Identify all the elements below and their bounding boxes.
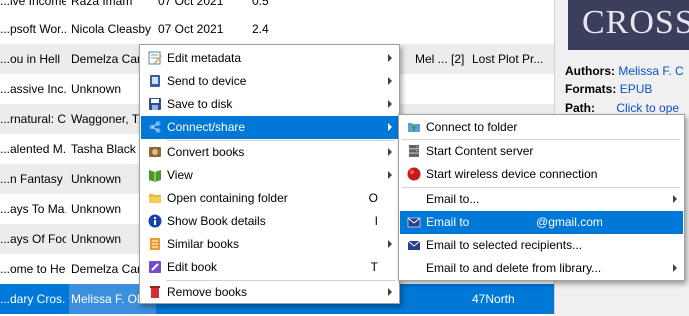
submenu-arrow-icon bbox=[388, 54, 392, 62]
similar-books-icon bbox=[150, 238, 160, 250]
connect-share-icon bbox=[149, 121, 161, 133]
author-cell: Nicola Cleasby bbox=[71, 22, 152, 36]
menu-item-label: Remove books bbox=[167, 285, 248, 299]
menu-item-start-content-server[interactable]: Start Content server bbox=[400, 140, 683, 163]
cover-title-text: CROSS bbox=[582, 4, 689, 41]
authors-link[interactable]: Melissa F. C bbox=[618, 64, 683, 78]
menu-item-label: Send to device bbox=[167, 74, 247, 88]
server-icon bbox=[409, 145, 419, 157]
menu-item-email-selected-recipients[interactable]: Email to selected recipients... bbox=[400, 234, 683, 257]
connect-folder-icon bbox=[408, 123, 420, 132]
menu-item-save-to-disk[interactable]: Save to disk bbox=[141, 93, 398, 116]
submenu-arrow-icon bbox=[388, 171, 392, 179]
title-cell: ...dary Cros... bbox=[0, 292, 66, 306]
context-menu: Edit metadata Send to device Save to dis… bbox=[139, 44, 400, 304]
edit-book-icon bbox=[149, 261, 161, 273]
menu-item-edit-metadata[interactable]: Edit metadata bbox=[141, 47, 398, 70]
submenu-arrow-icon bbox=[388, 100, 392, 108]
menu-item-connect-to-folder[interactable]: Connect to folder bbox=[400, 116, 683, 139]
menu-item-connect-share[interactable]: Connect/share bbox=[141, 116, 398, 139]
table-row[interactable]: ...psoft Wor... Nicola Cleasby 07 Oct 20… bbox=[0, 14, 554, 44]
menu-item-remove-books[interactable]: Remove books bbox=[141, 281, 398, 304]
menu-item-edit-book[interactable]: Edit book T bbox=[141, 256, 398, 279]
path-row: Path: Click to ope bbox=[565, 101, 679, 115]
book-cover-image[interactable]: CROSS bbox=[568, 0, 689, 50]
title-cell: ...rnatural: C... bbox=[0, 112, 66, 126]
title-cell: ...alented M... bbox=[0, 142, 66, 156]
menu-item-send-to-device[interactable]: Send to device bbox=[141, 70, 398, 93]
remove-books-icon bbox=[150, 286, 160, 298]
connect-share-submenu: Connect to folder Start Content server S… bbox=[398, 114, 685, 281]
path-link[interactable]: Click to ope bbox=[616, 101, 679, 115]
menu-item-open-containing-folder[interactable]: Open containing folder O bbox=[141, 187, 398, 210]
menu-item-label: Save to disk bbox=[167, 97, 233, 111]
menu-item-label: Edit book bbox=[167, 260, 218, 274]
menu-item-label: Email to and delete from library... bbox=[426, 261, 602, 275]
shortcut-label: T bbox=[370, 260, 378, 274]
menu-item-label: Edit metadata bbox=[167, 51, 242, 65]
path-label: Path: bbox=[565, 101, 595, 115]
menu-item-label: Connect to folder bbox=[426, 120, 518, 134]
formats-link[interactable]: EPUB bbox=[620, 82, 653, 96]
menu-item-label: Show Book details bbox=[167, 214, 266, 228]
menu-item-show-book-details[interactable]: Show Book details I bbox=[141, 210, 398, 233]
menu-item-similar-books[interactable]: Similar books bbox=[141, 233, 398, 256]
authors-row: Authors: Melissa F. C bbox=[565, 64, 684, 78]
menu-item-label: View bbox=[167, 168, 193, 182]
shortcut-label: I bbox=[374, 214, 378, 228]
title-cell: ...ou in Hell bbox=[0, 52, 61, 66]
submenu-arrow-icon bbox=[673, 195, 677, 203]
view-icon bbox=[149, 170, 161, 182]
menu-item-email-to-gmail[interactable]: Email to @gmail.com bbox=[400, 211, 683, 234]
info-icon bbox=[148, 214, 162, 228]
menu-item-label: Email to @gmail.com bbox=[426, 215, 603, 229]
publisher-cell: 47North bbox=[472, 292, 515, 306]
formats-row: Formats: EPUB bbox=[565, 82, 652, 96]
title-cell: ...psoft Wor... bbox=[0, 22, 66, 36]
menu-item-email-to[interactable]: Email to... bbox=[400, 188, 683, 211]
submenu-arrow-icon bbox=[388, 148, 392, 156]
menu-item-label: Start Content server bbox=[426, 144, 534, 158]
submenu-arrow-icon bbox=[388, 288, 392, 296]
menu-item-label: Convert books bbox=[167, 145, 245, 159]
shortcut-label: O bbox=[368, 191, 378, 205]
menu-item-label: Open containing folder bbox=[167, 191, 288, 205]
send-to-device-icon bbox=[150, 75, 160, 87]
menu-item-view[interactable]: View bbox=[141, 164, 398, 187]
authors-label: Authors: bbox=[565, 64, 615, 78]
wireless-red-icon bbox=[407, 167, 421, 181]
submenu-arrow-icon bbox=[673, 264, 677, 272]
rating-cell: 2.4 bbox=[252, 22, 269, 36]
menu-item-label: Connect/share bbox=[167, 120, 246, 134]
title-cell: ...assive Inc... bbox=[0, 82, 66, 96]
menu-item-email-and-delete[interactable]: Email to and delete from library... bbox=[400, 257, 683, 280]
email-icon bbox=[407, 217, 421, 228]
menu-item-convert-books[interactable]: Convert books bbox=[141, 141, 398, 164]
submenu-arrow-icon bbox=[388, 123, 392, 131]
menu-item-label: Email to... bbox=[426, 192, 480, 206]
email-icon bbox=[407, 240, 421, 250]
title-cell: ...ays To Ma... bbox=[0, 202, 66, 216]
formats-label: Formats: bbox=[565, 82, 617, 96]
title-cell: ...n Fantasy ... bbox=[0, 172, 66, 186]
folder-icon bbox=[149, 194, 161, 203]
menu-item-label: Email to selected recipients... bbox=[426, 238, 583, 252]
date-cell: 07 Oct 2021 bbox=[158, 22, 224, 36]
edit-metadata-icon bbox=[148, 51, 162, 65]
title-cell: ...ome to Hell bbox=[0, 262, 66, 276]
convert-books-icon bbox=[149, 147, 161, 157]
save-disk-icon bbox=[149, 98, 161, 110]
menu-item-label: Similar books bbox=[167, 237, 240, 251]
title-cell: ...ays Of Focus bbox=[0, 232, 66, 246]
menu-item-start-wireless-connection[interactable]: Start wireless device connection bbox=[400, 163, 683, 186]
series-cell: Mel ... [2] bbox=[415, 52, 465, 66]
submenu-arrow-icon bbox=[388, 240, 392, 248]
publisher-cell: Lost Plot Pr... bbox=[472, 52, 544, 66]
submenu-arrow-icon bbox=[388, 77, 392, 85]
menu-item-label: Start wireless device connection bbox=[426, 167, 598, 181]
